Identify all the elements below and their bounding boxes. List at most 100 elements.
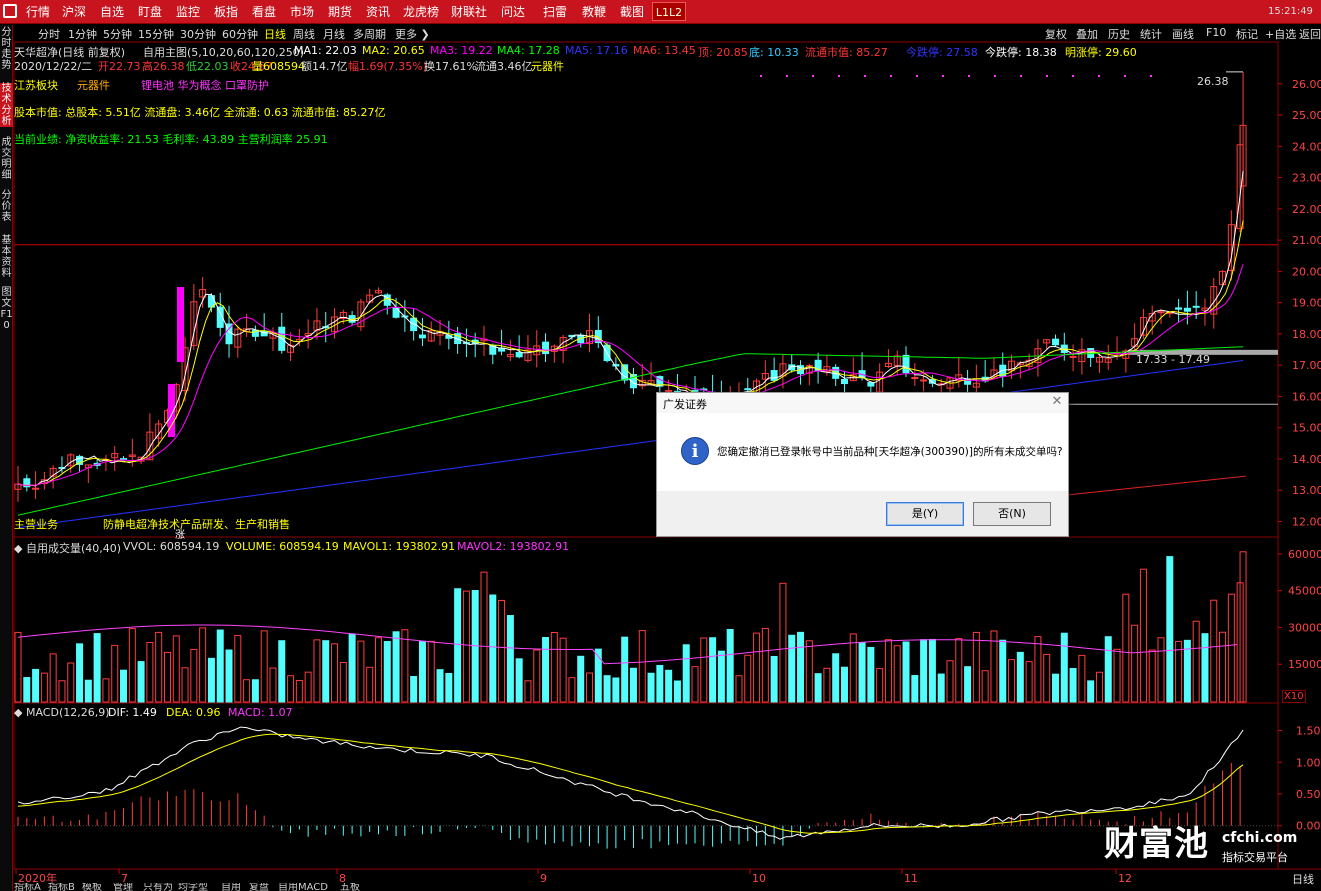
candle-body [1183, 307, 1191, 312]
volume-bar [93, 633, 101, 703]
collapse-icon[interactable]: ◆ [14, 706, 26, 719]
range-label: 17.33 - 17.49 [1136, 353, 1210, 366]
signal-dot [1072, 75, 1074, 77]
y-tick-label: 18.00 [1292, 328, 1321, 341]
signal-dot [1124, 75, 1126, 77]
vol-tick-label: 15000 [1288, 658, 1321, 671]
volume-bar [577, 655, 585, 703]
volume-bar [348, 633, 356, 703]
quote-concept: 元器件 [531, 60, 564, 73]
x-tick-label: 12 [1118, 872, 1132, 885]
bottom-tab-4[interactable]: 只有为 [143, 883, 173, 891]
quote-high: 高26.38 [142, 60, 185, 73]
sector-industry: 元器件 [77, 79, 110, 92]
volume-bar [1157, 637, 1165, 703]
volume-bar [1025, 661, 1033, 703]
candle-body [770, 370, 778, 381]
volume-bar [454, 588, 462, 703]
volume-bar [23, 677, 31, 703]
bottom-tab-6[interactable]: 自用 [221, 883, 241, 891]
volume-bar [427, 640, 435, 703]
signal-dot [812, 75, 814, 77]
equity-info: 股本市值: 总股本: 5.51亿 流通盘: 3.46亿 全流通: 0.63 流通… [14, 106, 386, 119]
volume-bar [1104, 636, 1112, 703]
bottom-tab-7[interactable]: 复盘 [249, 883, 269, 891]
top-value: 顶: 20.85 [698, 46, 748, 59]
volume-bar [568, 677, 576, 703]
volume-bar [629, 667, 637, 703]
volume-bar [234, 635, 242, 703]
volume-bar [638, 630, 646, 703]
dif-line [17, 726, 1244, 840]
dialog-body: i 您确定撤消已登录帐号中当前品种[天华超净(300390)]的所有未成交单吗? [657, 413, 1068, 491]
volume-bar [1051, 673, 1059, 703]
macd-title: ◆ MACD(12,26,9) [14, 706, 110, 719]
volume-bar [911, 675, 919, 703]
candle-body [902, 354, 910, 374]
volume-bar [243, 679, 251, 703]
volume-bar [797, 631, 805, 703]
bottom-tab-8[interactable]: 自用MACD [278, 883, 328, 891]
collapse-icon[interactable]: ◆ [14, 542, 26, 555]
mavol2-value: MAVOL2: 193802.91 [457, 540, 570, 553]
volume-bar [14, 631, 22, 703]
volume-bar [1043, 653, 1051, 703]
bottom-value: 底: 10.33 [749, 46, 799, 59]
vol-tick-label: 45000 [1288, 585, 1321, 598]
watermark-domain: cfchi.com [1222, 830, 1298, 846]
volume-bar [955, 638, 963, 703]
bottom-tab-2[interactable]: 模板 [82, 883, 102, 891]
volume-bar [287, 675, 295, 703]
volume-bar [383, 641, 391, 703]
close-icon[interactable]: ✕ [1050, 395, 1064, 409]
volume-bar [1069, 668, 1077, 703]
volume-bar [840, 666, 848, 703]
volume-bar [770, 655, 778, 703]
volume-title: ◆ 自用成交量(40,40) [14, 540, 121, 556]
volume-bar [726, 628, 734, 703]
dif-value: DIF: 1.49 [108, 706, 157, 719]
bottom-tab-9[interactable]: 五板 [340, 883, 360, 891]
volume-bar [489, 594, 497, 703]
candle-body [920, 379, 928, 382]
volume-bar [172, 635, 180, 703]
volume-bar [1016, 651, 1024, 703]
volume-bar [58, 680, 66, 703]
volume-bar [155, 631, 163, 703]
candle-body [32, 487, 40, 490]
signal-dot [864, 75, 866, 77]
candle-body [1069, 355, 1077, 358]
ma3-label: MA3: 19.22 [430, 44, 493, 57]
volume-bar [647, 672, 655, 703]
x-axis-period: 日线 [1292, 873, 1314, 886]
volume-bar [876, 668, 884, 703]
vol-tick-label: 60000 [1288, 548, 1321, 561]
y-tick-label: 16.00 [1292, 390, 1321, 403]
volume-bar [1122, 593, 1130, 703]
bottom-tab-5[interactable]: 均字型 [178, 883, 208, 891]
volume-bar [366, 666, 374, 703]
volume-bar [462, 590, 470, 703]
volume-bar [779, 582, 787, 703]
ma6-line [1067, 475, 1247, 496]
volume-bar [111, 644, 119, 703]
main-business-label: 主营业务 [14, 518, 58, 531]
volume-bar [322, 640, 330, 703]
bottom-tab-0[interactable]: 指标A [14, 883, 41, 891]
volume-bar [1078, 654, 1086, 703]
no-button[interactable]: 否(N) [973, 502, 1051, 526]
bottom-tab-3[interactable]: 管理 [113, 883, 133, 891]
candle-body [542, 341, 550, 355]
volume-bar [137, 661, 145, 703]
volume-bar [550, 632, 558, 703]
bottom-tab-1[interactable]: 指标B [48, 883, 75, 891]
dea-value: DEA: 0.96 [166, 706, 221, 719]
yes-button[interactable]: 是(Y) [886, 502, 964, 526]
volume-bar [374, 637, 382, 703]
volume-bar [761, 627, 769, 703]
volume-bar [621, 636, 629, 703]
volume-bar [49, 653, 57, 703]
volume-bar [972, 631, 980, 703]
quote-float-shares: 流通3.46亿 [475, 60, 533, 73]
main-business: 防静电超净技术产品研发、生产和销售 [103, 518, 290, 531]
